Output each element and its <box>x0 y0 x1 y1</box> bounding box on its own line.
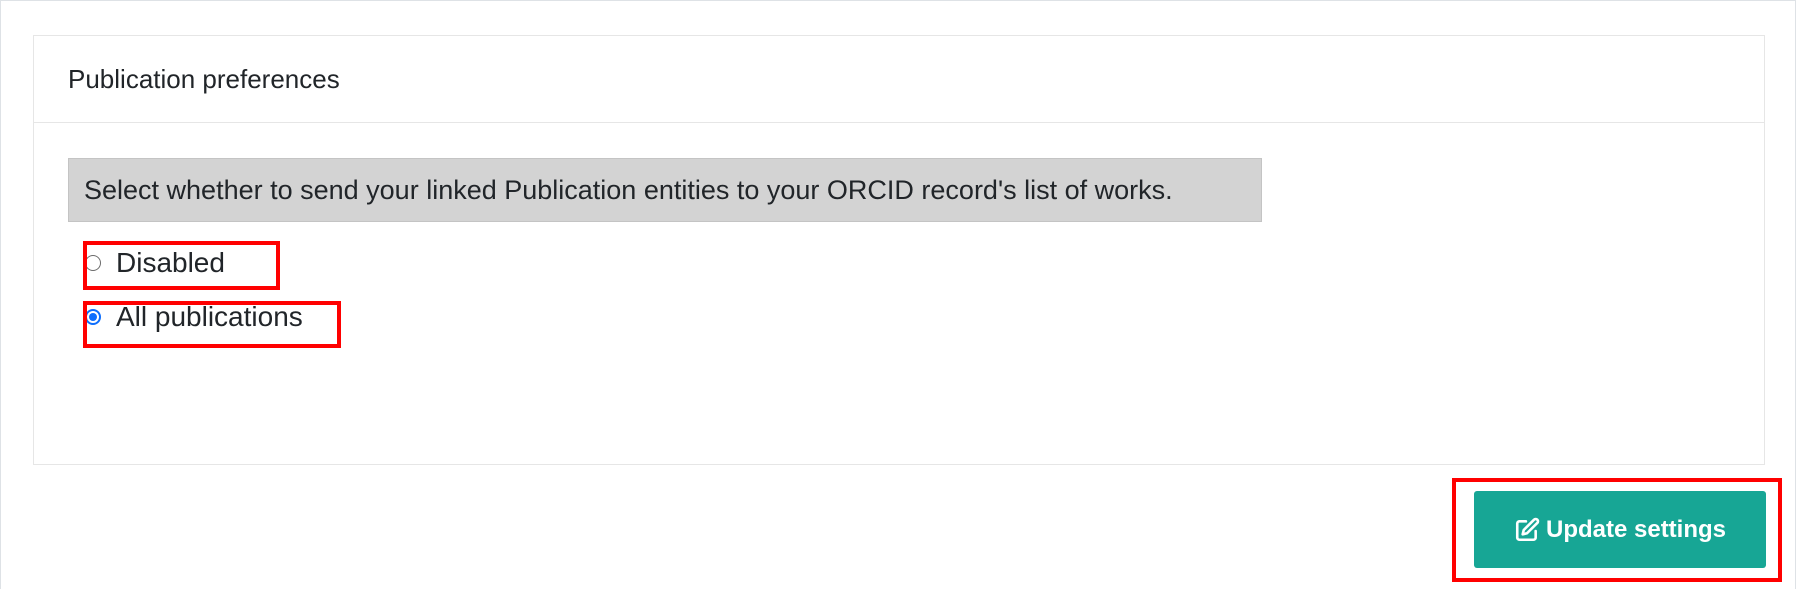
help-text: Select whether to send your linked Publi… <box>68 158 1262 222</box>
card-title: Publication preferences <box>68 63 340 94</box>
page: Publication preferences Select whether t… <box>0 0 1796 589</box>
update-settings-label: Update settings <box>1545 515 1727 543</box>
update-settings-button[interactable]: Update settings <box>1474 491 1766 568</box>
radio-disabled[interactable] <box>85 255 101 271</box>
publication-preferences-card: Publication preferences Select whether t… <box>33 35 1765 465</box>
radio-all-publications[interactable] <box>85 309 101 325</box>
radio-label-all-publications: All publications <box>116 301 303 332</box>
radio-option-disabled[interactable]: Disabled <box>85 247 225 279</box>
card-header: Publication preferences <box>34 36 1764 123</box>
edit-icon <box>1514 517 1540 543</box>
radio-option-all-publications[interactable]: All publications <box>85 301 303 333</box>
radio-label-disabled: Disabled <box>116 247 225 278</box>
